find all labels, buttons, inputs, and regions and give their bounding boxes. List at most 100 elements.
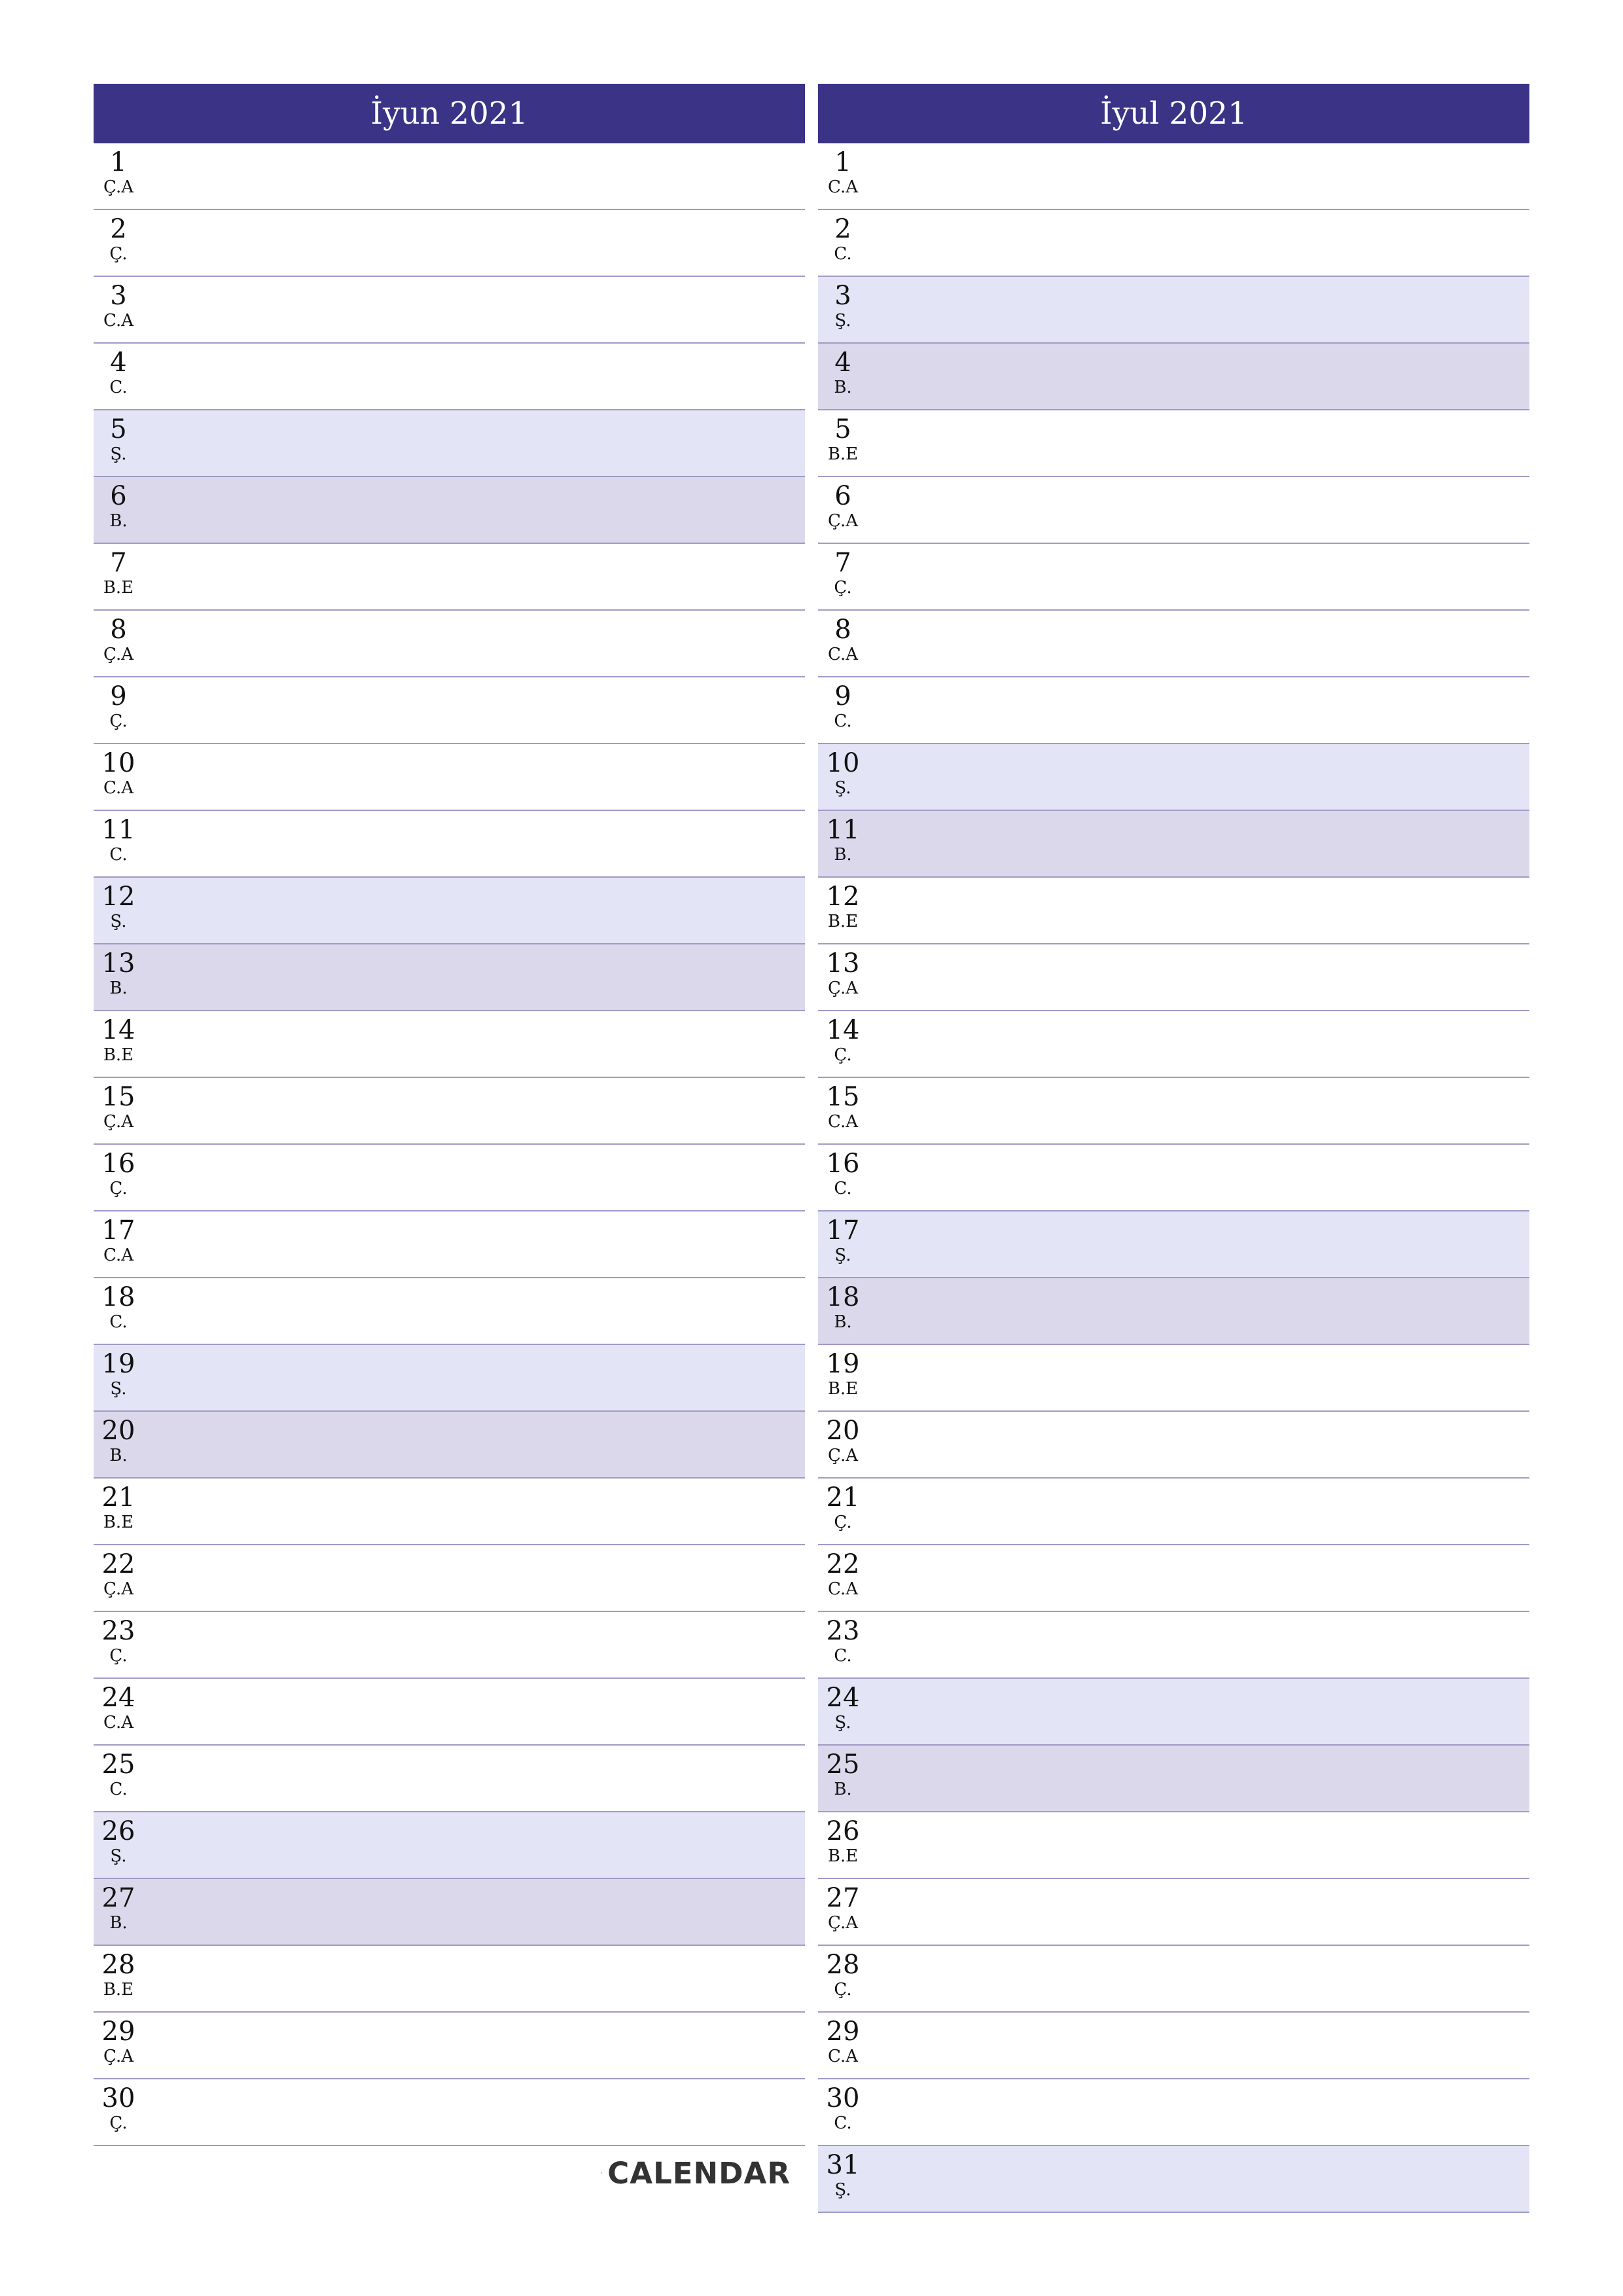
day-row[interactable]: 2 Ç.: [94, 210, 805, 277]
day-number: 23: [101, 1616, 135, 1646]
weekday-abbrev: Ç.A: [103, 645, 134, 664]
day-row[interactable]: 10 Ş.: [818, 744, 1529, 811]
day-row[interactable]: 17 Ş.: [818, 1211, 1529, 1278]
day-label: 16 C.: [821, 1149, 865, 1198]
day-label: 6 Ç.A: [821, 481, 865, 531]
day-label: 15 C.A: [821, 1082, 865, 1132]
weekday-abbrev: Ş.: [834, 311, 851, 331]
day-row[interactable]: 17 C.A: [94, 1211, 805, 1278]
day-row[interactable]: 18 C.: [94, 1278, 805, 1345]
day-number: 25: [826, 1749, 860, 1780]
day-number: 28: [101, 1950, 135, 1980]
day-label: 29 C.A: [821, 2017, 865, 2066]
day-row[interactable]: 29 C.A: [818, 2013, 1529, 2079]
day-row[interactable]: 27 Ç.A: [818, 1879, 1529, 1946]
day-number: 22: [101, 1549, 135, 1579]
day-number: 5: [834, 414, 851, 444]
day-row[interactable]: 27 B.: [94, 1879, 805, 1946]
day-row[interactable]: 14 Ç.: [818, 1011, 1529, 1078]
day-label: 19 Ş.: [97, 1349, 140, 1399]
day-row[interactable]: 15 C.A: [818, 1078, 1529, 1145]
day-row[interactable]: 6 Ç.A: [818, 477, 1529, 544]
day-row[interactable]: 13 B.: [94, 944, 805, 1011]
day-label: 8 Ç.A: [97, 615, 140, 664]
weekday-abbrev: Ç.A: [827, 511, 858, 531]
day-row[interactable]: 11 B.: [818, 811, 1529, 878]
weekday-abbrev: B.E: [827, 1379, 859, 1399]
weekday-abbrev: C.A: [103, 311, 134, 331]
day-number: 3: [834, 281, 851, 311]
day-row[interactable]: 4 C.: [94, 344, 805, 410]
day-number: 20: [101, 1416, 135, 1446]
weekday-abbrev: B.: [109, 1913, 128, 1933]
day-row[interactable]: 3 C.A: [94, 277, 805, 344]
day-number: 3: [110, 281, 127, 311]
day-row[interactable]: 16 C.: [818, 1145, 1529, 1211]
day-row[interactable]: 20 Ç.A: [818, 1412, 1529, 1479]
day-list: 1 C.A 2 C. 3 Ş. 4 B. 5 B.E 6 Ç.A 7 Ç. 8 C.A 9 C. 10 Ş. 11 B. 1…: [818, 143, 1529, 2213]
day-row[interactable]: 15 Ç.A: [94, 1078, 805, 1145]
day-row[interactable]: 26 Ş.: [94, 1812, 805, 1879]
day-row[interactable]: 6 B.: [94, 477, 805, 544]
day-row[interactable]: 25 C.: [94, 1746, 805, 1812]
day-row[interactable]: 22 Ç.A: [94, 1545, 805, 1612]
day-row[interactable]: 4 B.: [818, 344, 1529, 410]
day-label: 6 B.: [97, 481, 140, 531]
day-row[interactable]: 3 Ş.: [818, 277, 1529, 344]
weekday-abbrev: C.A: [103, 1246, 134, 1265]
day-number: 12: [826, 882, 860, 912]
day-number: 6: [110, 481, 127, 511]
day-row[interactable]: 12 B.E: [818, 878, 1529, 944]
day-row[interactable]: 28 Ç.: [818, 1946, 1529, 2013]
day-number: 28: [826, 1950, 860, 1980]
day-row[interactable]: 24 C.A: [94, 1679, 805, 1746]
day-row[interactable]: 19 Ş.: [94, 1345, 805, 1412]
day-label: 7 B.E: [97, 548, 140, 598]
day-row[interactable]: 30 Ç.: [94, 2079, 805, 2146]
day-row[interactable]: 1 C.A: [818, 143, 1529, 210]
day-number: 2: [110, 214, 127, 244]
day-row[interactable]: 9 C.: [818, 677, 1529, 744]
day-row[interactable]: 9 Ç.: [94, 677, 805, 744]
weekday-abbrev: B.: [109, 1446, 128, 1465]
day-label: 12 B.E: [821, 882, 865, 931]
weekday-abbrev: Ş.: [834, 1246, 851, 1265]
day-number: 1: [834, 147, 851, 177]
day-row[interactable]: 12 Ş.: [94, 878, 805, 944]
day-row[interactable]: 11 C.: [94, 811, 805, 878]
day-row[interactable]: 14 B.E: [94, 1011, 805, 1078]
day-row[interactable]: 19 B.E: [818, 1345, 1529, 1412]
day-row[interactable]: 18 B.: [818, 1278, 1529, 1345]
day-row[interactable]: 25 B.: [818, 1746, 1529, 1812]
day-row[interactable]: 8 Ç.A: [94, 611, 805, 677]
weekday-abbrev: B.: [834, 845, 852, 865]
day-row[interactable]: 8 C.A: [818, 611, 1529, 677]
day-row[interactable]: 21 Ç.: [818, 1479, 1529, 1545]
day-row[interactable]: 1 Ç.A: [94, 143, 805, 210]
day-row[interactable]: 30 C.: [818, 2079, 1529, 2146]
day-row[interactable]: 7 B.E: [94, 544, 805, 611]
day-row[interactable]: 23 Ç.: [94, 1612, 805, 1679]
day-row[interactable]: 10 C.A: [94, 744, 805, 811]
day-row[interactable]: 5 Ş.: [94, 410, 805, 477]
day-row[interactable]: 21 B.E: [94, 1479, 805, 1545]
day-row[interactable]: 31 Ş.: [818, 2146, 1529, 2213]
weekday-abbrev: Ç.: [109, 1179, 128, 1198]
day-row[interactable]: 7 Ç.: [818, 544, 1529, 611]
day-row[interactable]: 23 C.: [818, 1612, 1529, 1679]
day-row[interactable]: 29 Ç.A: [94, 2013, 805, 2079]
day-number: 29: [826, 2017, 860, 2047]
day-row[interactable]: 28 B.E: [94, 1946, 805, 2013]
day-label: 9 C.: [821, 681, 865, 731]
day-row[interactable]: 5 B.E: [818, 410, 1529, 477]
day-row[interactable]: 16 Ç.: [94, 1145, 805, 1211]
day-row[interactable]: 20 B.: [94, 1412, 805, 1479]
day-row[interactable]: 13 Ç.A: [818, 944, 1529, 1011]
day-row[interactable]: 22 C.A: [818, 1545, 1529, 1612]
day-row[interactable]: 24 Ş.: [818, 1679, 1529, 1746]
day-row[interactable]: 26 B.E: [818, 1812, 1529, 1879]
month-june: İyun 2021 1 Ç.A 2 Ç. 3 C.A 4 C. 5 Ş. 6 B. 7 B.E 8 Ç.A 9 Ç…: [94, 84, 805, 2146]
day-row[interactable]: 2 C.: [818, 210, 1529, 277]
day-label: 11 B.: [821, 815, 865, 865]
day-number: 15: [101, 1082, 135, 1112]
